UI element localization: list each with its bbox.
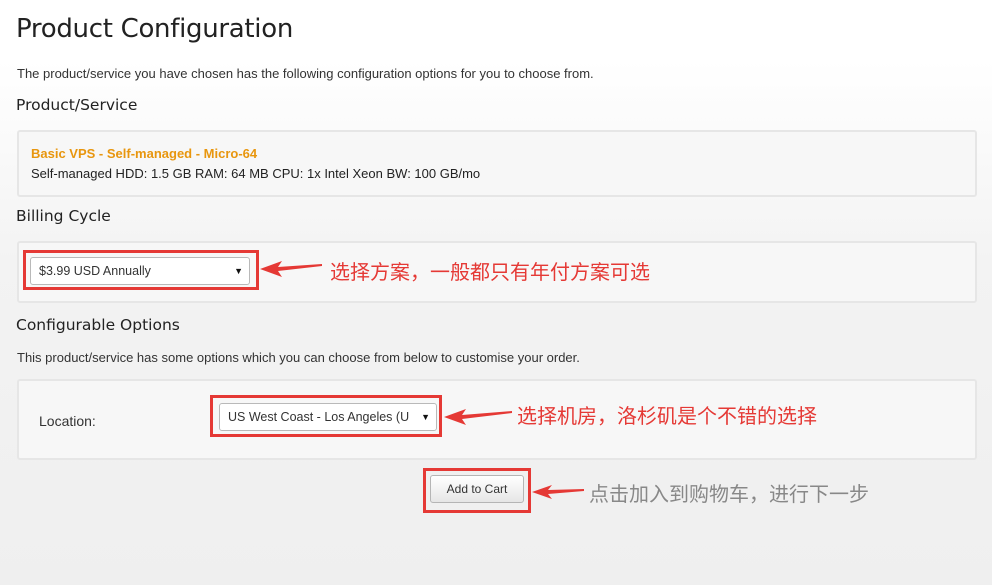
arrow-left-icon <box>444 409 512 425</box>
cart-highlight-box <box>423 468 531 513</box>
location-label: Location: <box>39 413 96 429</box>
options-intro: This product/service has some options wh… <box>17 350 580 365</box>
billing-heading: Billing Cycle <box>16 207 111 225</box>
product-description: Self-managed HDD: 1.5 GB RAM: 64 MB CPU:… <box>31 166 481 181</box>
options-heading: Configurable Options <box>16 316 180 334</box>
product-heading: Product/Service <box>16 96 138 114</box>
product-panel: Basic VPS - Self-managed - Micro-64 Self… <box>17 130 977 197</box>
location-highlight-box <box>210 395 442 437</box>
billing-highlight-box <box>23 250 259 290</box>
product-name: Basic VPS - Self-managed - Micro-64 <box>31 146 258 161</box>
cart-annotation: 点击加入到购物车，进行下一步 <box>589 482 869 506</box>
billing-annotation: 选择方案，一般都只有年付方案可选 <box>330 260 650 284</box>
location-annotation: 选择机房，洛杉矶是个不错的选择 <box>517 404 817 428</box>
page-title: Product Configuration <box>16 14 294 44</box>
page-intro: The product/service you have chosen has … <box>17 66 594 81</box>
arrow-left-icon <box>532 485 584 499</box>
arrow-left-icon <box>260 261 322 277</box>
